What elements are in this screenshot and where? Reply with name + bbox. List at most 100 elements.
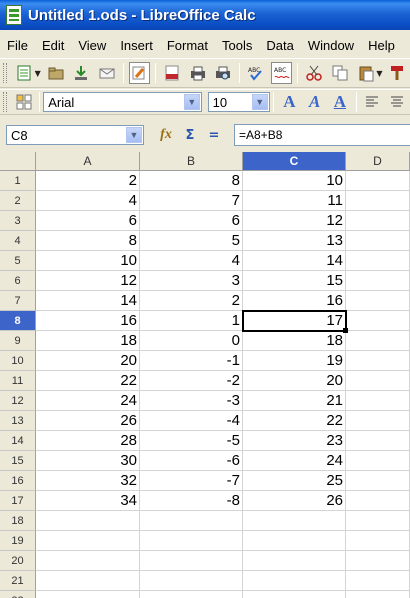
cell-a[interactable]	[36, 551, 140, 571]
cell-b[interactable]: -5	[140, 431, 243, 451]
cell-d[interactable]	[346, 551, 410, 571]
function-wizard-icon[interactable]: fx	[156, 127, 176, 143]
cell-b[interactable]: -6	[140, 451, 243, 471]
cell-a[interactable]: 4	[36, 191, 140, 211]
row-header[interactable]: 20	[0, 551, 36, 571]
cell-b[interactable]	[140, 511, 243, 531]
cell-b[interactable]: -2	[140, 371, 243, 391]
column-header-d[interactable]: D	[346, 152, 410, 171]
cell-a[interactable]: 34	[36, 491, 140, 511]
cell-a[interactable]: 12	[36, 271, 140, 291]
cell-d[interactable]	[346, 371, 410, 391]
cell-b[interactable]: 1	[140, 311, 243, 331]
row-header[interactable]: 22	[0, 591, 36, 598]
cell-c[interactable]: 14	[243, 251, 346, 271]
cell-d[interactable]	[346, 491, 410, 511]
cell-c[interactable]: 12	[243, 211, 346, 231]
font-italic-icon[interactable]: A	[304, 91, 325, 113]
cell-c[interactable]: 18	[243, 331, 346, 351]
cell-a[interactable]: 10	[36, 251, 140, 271]
cell-a[interactable]	[36, 511, 140, 531]
cell-d[interactable]	[346, 571, 410, 591]
font-size-combo[interactable]: 10 ▼	[207, 92, 270, 112]
cell-a[interactable]: 8	[36, 231, 140, 251]
align-left-icon[interactable]	[362, 91, 383, 113]
chevron-down-icon[interactable]: ▼	[126, 127, 142, 143]
cell-c[interactable]: 13	[243, 231, 346, 251]
cell-d[interactable]	[346, 411, 410, 431]
menu-file[interactable]: File	[0, 38, 35, 53]
chevron-down-icon[interactable]: ▼	[251, 94, 268, 110]
print-icon[interactable]	[187, 62, 209, 84]
cell-d[interactable]	[346, 351, 410, 371]
cell-a[interactable]: 20	[36, 351, 140, 371]
cell-a[interactable]: 28	[36, 431, 140, 451]
styles-icon[interactable]	[13, 91, 34, 113]
sum-icon[interactable]: Σ	[180, 128, 200, 143]
cell-d[interactable]	[346, 471, 410, 491]
cell-c[interactable]: 11	[243, 191, 346, 211]
cell-c[interactable]: 19	[243, 351, 346, 371]
column-header-c[interactable]: C	[243, 152, 346, 171]
cell-d[interactable]	[346, 531, 410, 551]
cell-b[interactable]	[140, 551, 243, 571]
spellcheck-icon[interactable]: ABC	[245, 62, 267, 84]
export-pdf-icon[interactable]	[161, 62, 183, 84]
menu-window[interactable]: Window	[301, 38, 361, 53]
cell-c[interactable]	[243, 551, 346, 571]
cell-a[interactable]: 14	[36, 291, 140, 311]
cell-a[interactable]: 32	[36, 471, 140, 491]
row-header[interactable]: 7	[0, 291, 36, 311]
cell-a[interactable]: 24	[36, 391, 140, 411]
row-header[interactable]: 19	[0, 531, 36, 551]
cell-c[interactable]	[243, 571, 346, 591]
cell-b[interactable]: -8	[140, 491, 243, 511]
select-all-corner[interactable]	[0, 152, 36, 171]
equals-function-icon[interactable]: =	[204, 128, 224, 143]
row-header[interactable]: 21	[0, 571, 36, 591]
cell-c[interactable]: 16	[243, 291, 346, 311]
cell-c[interactable]: 20	[243, 371, 346, 391]
font-bold-icon[interactable]: A	[279, 91, 300, 113]
cell-b[interactable]: 6	[140, 211, 243, 231]
row-header[interactable]: 8	[0, 311, 36, 331]
row-header[interactable]: 10	[0, 351, 36, 371]
cell-c[interactable]: 17	[243, 311, 346, 331]
font-underline-icon[interactable]: A	[329, 91, 350, 113]
cell-b[interactable]: 2	[140, 291, 243, 311]
cell-c[interactable]: 26	[243, 491, 346, 511]
row-header[interactable]: 4	[0, 231, 36, 251]
row-header[interactable]: 14	[0, 431, 36, 451]
row-header[interactable]: 12	[0, 391, 36, 411]
row-header[interactable]: 3	[0, 211, 36, 231]
align-center-icon[interactable]	[387, 91, 408, 113]
cell-d[interactable]	[346, 431, 410, 451]
column-header-b[interactable]: B	[140, 152, 243, 171]
row-header[interactable]: 17	[0, 491, 36, 511]
title-bar[interactable]: Untitled 1.ods - LibreOffice Calc	[0, 0, 410, 30]
cell-d[interactable]	[346, 271, 410, 291]
cell-b[interactable]: -1	[140, 351, 243, 371]
open-folder-icon[interactable]	[45, 62, 67, 84]
cell-c[interactable]	[243, 531, 346, 551]
toolbar-grip[interactable]	[3, 63, 7, 83]
cell-c[interactable]: 23	[243, 431, 346, 451]
formula-input[interactable]: =A8+B8	[234, 124, 410, 146]
email-icon[interactable]	[96, 62, 118, 84]
cell-c[interactable]	[243, 591, 346, 598]
cell-c[interactable]: 24	[243, 451, 346, 471]
cell-b[interactable]: 8	[140, 171, 243, 191]
cell-a[interactable]: 16	[36, 311, 140, 331]
row-header[interactable]: 11	[0, 371, 36, 391]
cell-a[interactable]: 22	[36, 371, 140, 391]
row-header[interactable]: 9	[0, 331, 36, 351]
cell-c[interactable]	[243, 511, 346, 531]
autospellcheck-icon[interactable]: ABC	[270, 62, 293, 84]
menu-data[interactable]: Data	[259, 38, 300, 53]
menu-insert[interactable]: Insert	[113, 38, 160, 53]
edit-mode-icon[interactable]	[128, 62, 151, 84]
cell-d[interactable]	[346, 591, 410, 598]
cell-d[interactable]	[346, 291, 410, 311]
cell-c[interactable]: 25	[243, 471, 346, 491]
row-header[interactable]: 16	[0, 471, 36, 491]
